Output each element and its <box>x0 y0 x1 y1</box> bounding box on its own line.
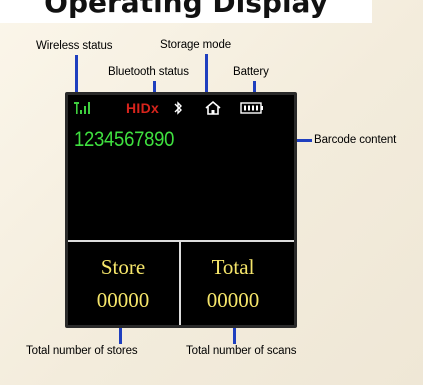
total-stores-label: Total number of stores <box>26 345 138 357</box>
horizontal-divider <box>68 240 294 242</box>
store-label: Store <box>100 255 146 279</box>
store-count: 00000 <box>96 288 150 312</box>
battery-icon <box>240 102 263 114</box>
bluetooth-status-label: Bluetooth status <box>108 66 189 78</box>
bluetooth-icon <box>174 101 182 115</box>
battery-label: Battery <box>233 66 269 78</box>
page-title: Operating Display <box>44 0 328 19</box>
total-label: Total <box>211 255 255 279</box>
hid-mode-text: HIDx <box>126 100 160 116</box>
device-screen: HIDx 1234567890 Store 00000 Total 00000 <box>65 92 297 328</box>
total-scans-label: Total number of scans <box>186 345 297 357</box>
barcode-content: 1234567890 <box>74 128 175 151</box>
signal-icon <box>74 102 90 114</box>
storage-mode-label: Storage mode <box>160 39 232 51</box>
vertical-divider <box>179 242 181 325</box>
home-icon <box>205 100 221 115</box>
total-count: 00000 <box>206 288 260 312</box>
barcode-content-label: Barcode content <box>314 134 397 146</box>
wireless-status-label: Wireless status <box>36 40 113 52</box>
